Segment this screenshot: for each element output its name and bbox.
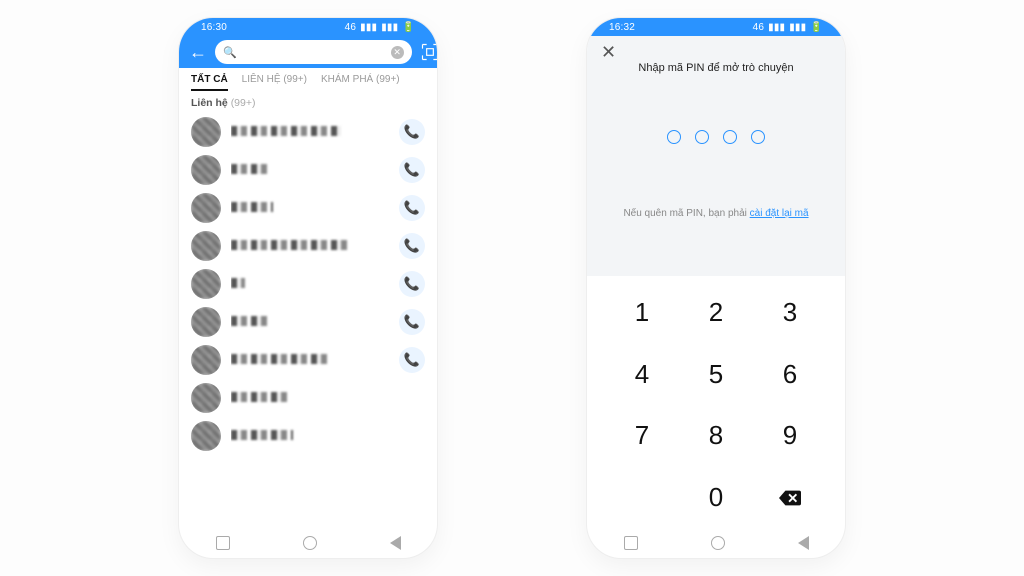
contact-name <box>231 351 399 369</box>
keypad-blank <box>605 489 679 505</box>
pin-dots <box>667 130 765 144</box>
pin-dot <box>695 130 709 144</box>
avatar <box>191 231 221 261</box>
contact-row[interactable] <box>179 379 437 417</box>
keypad-6[interactable]: 6 <box>753 351 827 398</box>
contact-name <box>231 237 399 255</box>
contact-row[interactable]: 📞 <box>179 151 437 189</box>
contact-row[interactable]: 📞 <box>179 227 437 265</box>
avatar <box>191 345 221 375</box>
keypad-9[interactable]: 9 <box>753 412 827 459</box>
clear-icon[interactable]: ✕ <box>391 46 404 59</box>
back-button[interactable] <box>390 536 401 550</box>
contact-name <box>231 199 399 217</box>
search-header: ← 🔍 ✕ <box>179 36 437 68</box>
keypad-1[interactable]: 1 <box>605 289 679 336</box>
pin-dot <box>667 130 681 144</box>
call-button[interactable]: 📞 <box>399 195 425 221</box>
search-input[interactable] <box>243 40 385 64</box>
contact-row[interactable] <box>179 417 437 455</box>
pin-prompt-area: ✕ Nhập mã PIN để mở trò chuyện Nếu quên … <box>587 36 845 276</box>
list-header: Liên hệ (99+) <box>179 91 437 113</box>
clock: 16:32 <box>609 22 635 33</box>
avatar <box>191 421 221 451</box>
android-nav <box>179 528 437 558</box>
contact-name <box>231 161 399 179</box>
tabs: TẤT CẢ LIÊN HỆ (99+) KHÁM PHÁ (99+) <box>179 68 437 91</box>
keypad-3[interactable]: 3 <box>753 289 827 336</box>
close-icon[interactable]: ✕ <box>601 42 616 63</box>
keypad-4[interactable]: 4 <box>605 351 679 398</box>
call-button[interactable]: 📞 <box>399 233 425 259</box>
contact-name <box>231 313 399 331</box>
search-box[interactable]: 🔍 ✕ <box>215 40 412 64</box>
avatar <box>191 307 221 337</box>
recents-button[interactable] <box>216 536 230 550</box>
reset-pin-link[interactable]: cài đặt lại mã <box>750 208 809 219</box>
keypad-2[interactable]: 2 <box>679 289 753 336</box>
keypad-backspace[interactable] <box>753 474 827 521</box>
contact-name <box>231 427 425 445</box>
clock: 16:30 <box>201 22 227 33</box>
call-button[interactable]: 📞 <box>399 347 425 373</box>
status-icons: 46▮▮▮▮▮▮🔋 <box>341 22 415 33</box>
contact-name <box>231 123 399 141</box>
contact-row[interactable]: 📞 <box>179 113 437 151</box>
pin-dot <box>723 130 737 144</box>
contacts-list[interactable]: 📞 📞 📞 📞 📞 📞 📞 <box>179 113 437 528</box>
call-button[interactable]: 📞 <box>399 119 425 145</box>
back-icon[interactable]: ← <box>187 43 209 61</box>
contact-row[interactable]: 📞 <box>179 265 437 303</box>
pin-hint: Nếu quên mã PIN, bạn phải cài đặt lại mã <box>623 208 808 219</box>
search-icon: 🔍 <box>223 46 237 59</box>
contact-row[interactable]: 📞 <box>179 303 437 341</box>
qr-scan-icon[interactable] <box>418 42 437 62</box>
keypad-7[interactable]: 7 <box>605 412 679 459</box>
contact-row[interactable]: 📞 <box>179 189 437 227</box>
avatar <box>191 269 221 299</box>
status-icons: 46▮▮▮▮▮▮🔋 <box>749 22 823 33</box>
call-button[interactable]: 📞 <box>399 309 425 335</box>
keypad-8[interactable]: 8 <box>679 412 753 459</box>
tab[interactable]: TẤT CẢ <box>191 74 228 91</box>
avatar <box>191 193 221 223</box>
tab[interactable]: LIÊN HỆ (99+) <box>242 74 307 91</box>
call-button[interactable]: 📞 <box>399 157 425 183</box>
home-button[interactable] <box>711 536 725 550</box>
back-button[interactable] <box>798 536 809 550</box>
avatar <box>191 117 221 147</box>
contact-name <box>231 275 399 293</box>
contact-name <box>231 389 425 407</box>
keypad-5[interactable]: 5 <box>679 351 753 398</box>
keypad-0[interactable]: 0 <box>679 474 753 521</box>
statusbar: 16:32 46▮▮▮▮▮▮🔋 <box>587 18 845 36</box>
phone-pin: 16:32 46▮▮▮▮▮▮🔋 ✕ Nhập mã PIN để mở trò … <box>587 18 845 558</box>
keypad: 123 456 7890 <box>587 276 845 528</box>
pin-title: Nhập mã PIN để mở trò chuyện <box>638 62 793 74</box>
recents-button[interactable] <box>624 536 638 550</box>
android-nav <box>587 528 845 558</box>
home-button[interactable] <box>303 536 317 550</box>
phone-contacts: 16:30 46▮▮▮▮▮▮🔋 ← 🔍 ✕ TẤT CẢ LIÊN HỆ (99+… <box>179 18 437 558</box>
statusbar: 16:30 46▮▮▮▮▮▮🔋 <box>179 18 437 36</box>
avatar <box>191 155 221 185</box>
call-button[interactable]: 📞 <box>399 271 425 297</box>
avatar <box>191 383 221 413</box>
tab[interactable]: KHÁM PHÁ (99+) <box>321 74 400 91</box>
pin-dot <box>751 130 765 144</box>
contact-row[interactable]: 📞 <box>179 341 437 379</box>
